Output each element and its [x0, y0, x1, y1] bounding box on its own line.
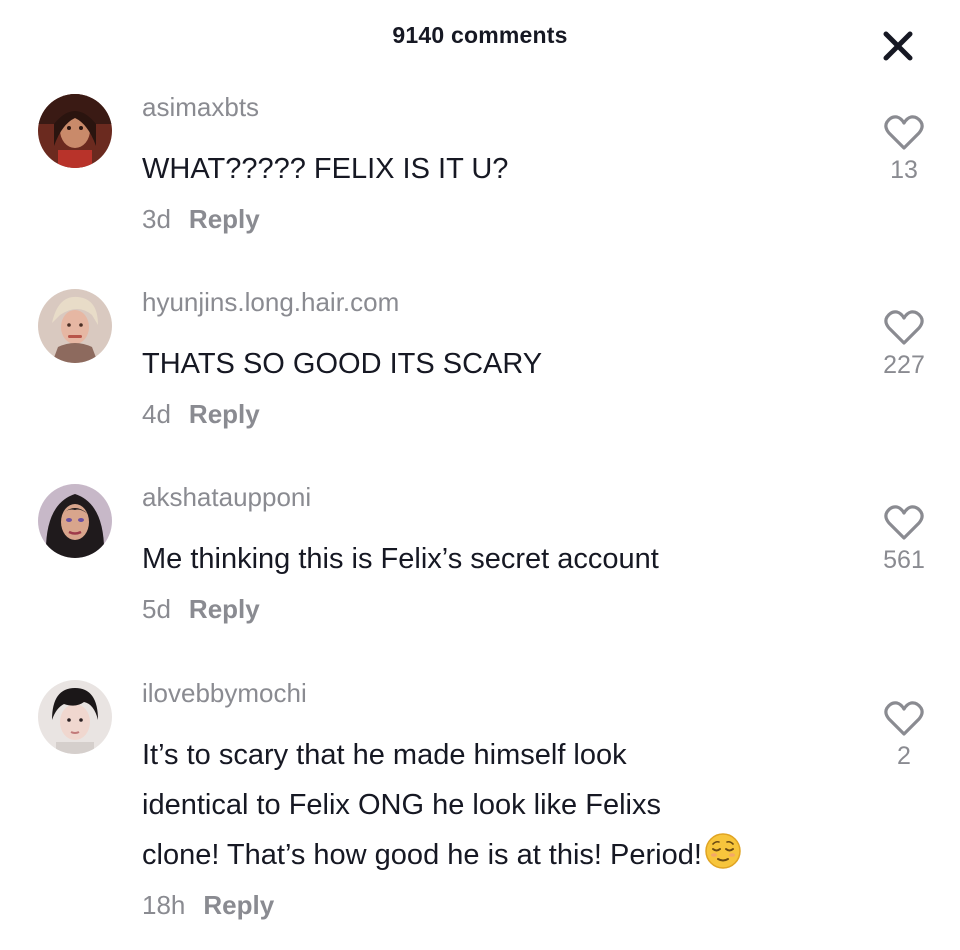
- comment-text-line: It’s to scary that he made himself look: [142, 739, 627, 771]
- username[interactable]: ilovebbymochi: [142, 678, 307, 709]
- comment-time: 4d: [142, 399, 171, 429]
- comment-item: hyunjins.long.hair.com THATS SO GOOD ITS…: [0, 287, 960, 449]
- heart-icon[interactable]: [883, 504, 925, 542]
- comment-item: ilovebbymochi It’s to scary that he made…: [0, 678, 960, 940]
- comment-time: 18h: [142, 890, 186, 920]
- like-count: 13: [890, 156, 918, 184]
- avatar[interactable]: [38, 289, 112, 363]
- like-count: 227: [883, 351, 925, 379]
- comment-item: akshataupponi Me thinking this is Felix’…: [0, 482, 960, 644]
- avatar[interactable]: [38, 484, 112, 558]
- reply-button[interactable]: Reply: [189, 399, 260, 429]
- comment-text-line: clone! That’s how good he is at this! Pe…: [142, 839, 702, 871]
- reply-button[interactable]: Reply: [189, 594, 260, 624]
- reply-button[interactable]: Reply: [203, 890, 274, 920]
- heart-icon[interactable]: [883, 700, 925, 738]
- comment-meta: 4d Reply: [142, 399, 260, 430]
- close-icon[interactable]: [878, 26, 920, 68]
- comment-text: THATS SO GOOD ITS SCARY: [142, 348, 543, 380]
- comment-time: 5d: [142, 594, 171, 624]
- like-control: 2: [866, 700, 942, 771]
- avatar[interactable]: [38, 680, 112, 754]
- username[interactable]: hyunjins.long.hair.com: [142, 287, 399, 318]
- relieved-face-emoji-icon: [705, 833, 741, 869]
- like-control: 561: [866, 504, 942, 575]
- comment-meta: 5d Reply: [142, 594, 260, 625]
- comment-text-line-last: clone! That’s how good he is at this! Pe…: [142, 830, 862, 880]
- heart-icon[interactable]: [883, 309, 925, 347]
- avatar[interactable]: [38, 94, 112, 168]
- comment-count: 9140 comments: [392, 22, 568, 48]
- comment-text: WHAT????? FELIX IS IT U?: [142, 153, 509, 185]
- like-count: 561: [883, 546, 925, 574]
- comment-text: It’s to scary that he made himself look …: [142, 730, 862, 880]
- comments-header: 9140 comments: [0, 0, 960, 72]
- username[interactable]: asimaxbts: [142, 92, 259, 123]
- username[interactable]: akshataupponi: [142, 482, 311, 513]
- comment-meta: 18h Reply: [142, 890, 274, 921]
- reply-button[interactable]: Reply: [189, 204, 260, 234]
- comment-meta: 3d Reply: [142, 204, 260, 235]
- comment-text: Me thinking this is Felix’s secret accou…: [142, 543, 659, 575]
- heart-icon[interactable]: [883, 114, 925, 152]
- like-control: 13: [866, 114, 942, 185]
- comment-time: 3d: [142, 204, 171, 234]
- comment-item: asimaxbts WHAT????? FELIX IS IT U? 3d Rep…: [0, 92, 960, 254]
- like-control: 227: [866, 309, 942, 380]
- close-button[interactable]: [878, 26, 920, 68]
- like-count: 2: [897, 742, 911, 770]
- comment-text-line: identical to Felix ONG he look like Feli…: [142, 789, 661, 821]
